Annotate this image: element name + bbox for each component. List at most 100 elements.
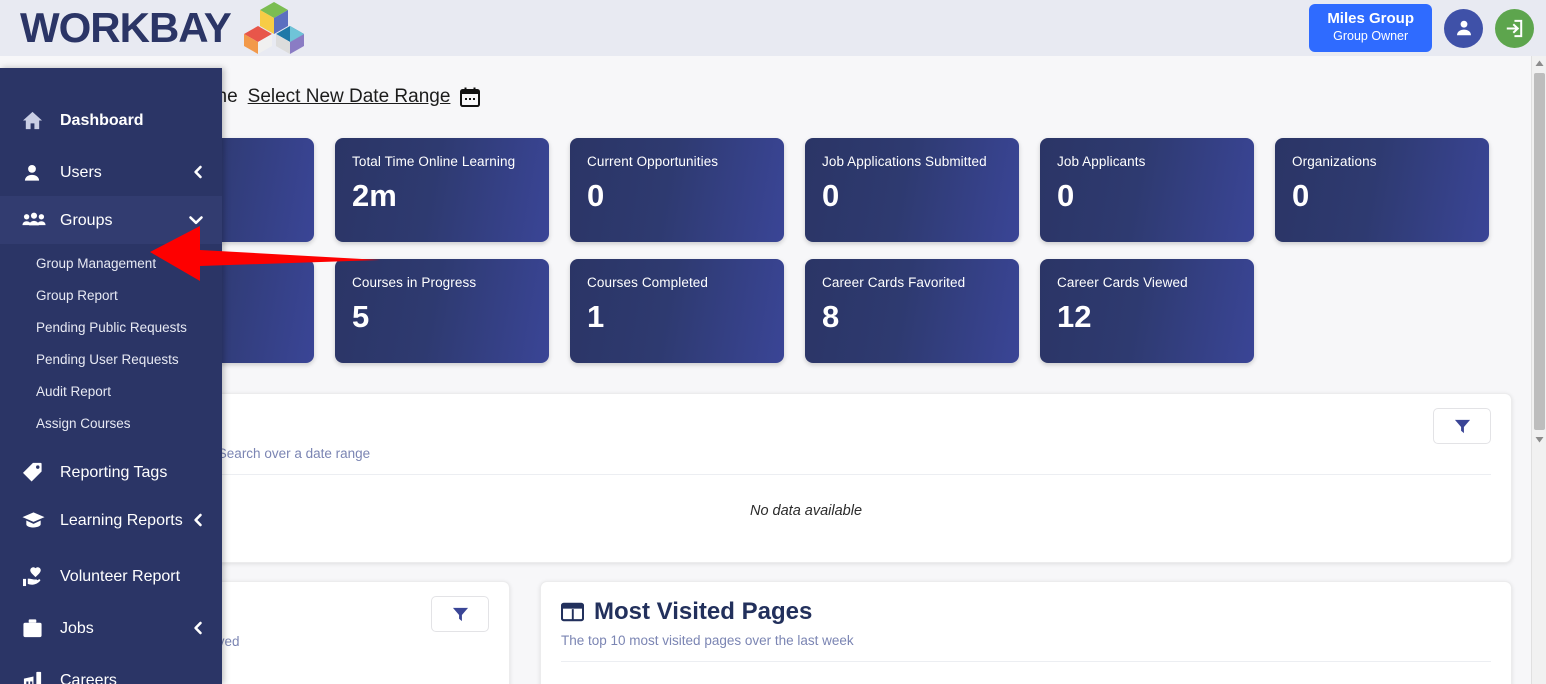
sidebar-subitem-group-management[interactable]: Group Management	[0, 248, 222, 280]
stat-card-label: Courses Completed	[587, 275, 709, 290]
stat-card-row-2: ools Courses in Progress 5 Courses Compl…	[100, 259, 1510, 363]
insights-panel-subtitle: s and Universal Search over a date range	[121, 446, 371, 461]
stat-card-label: Career Cards Viewed	[1057, 275, 1188, 290]
sidebar-item-label: Jobs	[60, 619, 94, 637]
chevron-left-icon[interactable]	[192, 512, 204, 528]
sidebar-item-label: Volunteer Report	[60, 567, 181, 585]
groups-submenu: Group Management Group Report Pending Pu…	[0, 244, 222, 440]
select-new-date-range-link[interactable]: Select New Date Range	[248, 86, 451, 108]
group-selector-button[interactable]: Miles Group Group Owner	[1309, 4, 1432, 52]
sidebar-subitem-audit-report[interactable]: Audit Report	[0, 376, 222, 408]
stat-card[interactable]: Current Opportunities 0	[570, 138, 784, 242]
stat-card-label: Job Applicants	[1057, 154, 1146, 169]
tag-icon	[22, 462, 48, 482]
pages-icon	[561, 602, 584, 622]
sidebar-navigation: Dashboard Users Groups Group Management …	[0, 68, 222, 684]
cubes-logo-icon	[243, 2, 304, 54]
app-header: WORKBAY Miles Group Group Owner	[0, 0, 1546, 56]
calendar-icon[interactable]	[460, 87, 481, 108]
stat-card[interactable]: Courses in Progress 5	[335, 259, 549, 363]
stat-cards-area: Total Time Online Learning 2m Current Op…	[100, 138, 1510, 380]
group-role: Group Owner	[1333, 29, 1409, 43]
logo-wordmark: WORKBAY	[20, 4, 232, 51]
stat-card-label: Total Time Online Learning	[352, 154, 516, 169]
stat-card-label: Career Cards Favorited	[822, 275, 966, 290]
stat-card-row-1: Total Time Online Learning 2m Current Op…	[100, 138, 1510, 242]
stat-card-value: 12	[1057, 299, 1092, 334]
volunteer-hand-icon	[22, 566, 48, 587]
stat-card-value: 5	[352, 299, 370, 334]
stat-card[interactable]: Career Cards Viewed 12	[1040, 259, 1254, 363]
filter-icon	[1454, 419, 1470, 433]
stat-card-value: 0	[1057, 178, 1075, 213]
stat-card-label: Organizations	[1292, 154, 1377, 169]
scrollbar-thumb[interactable]	[1534, 73, 1545, 430]
stat-card-value: 1	[587, 299, 605, 334]
insights-panel-header: Insights s and Universal Search over a d…	[101, 394, 1511, 475]
insights-panel-title: Insights	[121, 410, 1491, 439]
buildings-icon	[22, 670, 48, 684]
sidebar-item-label: Reporting Tags	[60, 463, 168, 481]
most-visited-pages-title-row: Most Visited Pages	[561, 598, 1491, 626]
sidebar-subitem-pending-public-requests[interactable]: Pending Public Requests	[0, 312, 222, 344]
sidebar-item-label: Users	[60, 163, 102, 181]
vertical-scrollbar[interactable]	[1531, 56, 1546, 684]
reports-filter-button[interactable]	[431, 596, 489, 632]
briefcase-icon	[22, 618, 48, 639]
sidebar-item-label: Learning Reports	[60, 511, 183, 529]
stat-card-label: Current Opportunities	[587, 154, 719, 169]
sidebar-item-learning-reports[interactable]: Learning Reports	[0, 496, 222, 544]
sidebar-subitem-group-report[interactable]: Group Report	[0, 280, 222, 312]
sidebar-item-users[interactable]: Users	[0, 148, 222, 196]
main-content: for all time Select New Date Range Total…	[0, 56, 1546, 684]
account-circle-icon[interactable]	[1444, 8, 1483, 48]
sidebar-item-volunteer-report[interactable]: Volunteer Report	[0, 552, 222, 600]
insights-empty-state: No data available	[749, 503, 863, 519]
stat-card-value: 8	[822, 299, 840, 334]
stat-card-label: Courses in Progress	[352, 275, 477, 290]
stat-card[interactable]: Job Applicants 0	[1040, 138, 1254, 242]
sidebar-subitem-pending-user-requests[interactable]: Pending User Requests	[0, 344, 222, 376]
user-icon	[22, 162, 48, 183]
chevron-left-icon[interactable]	[192, 620, 204, 636]
scroll-up-arrow-icon[interactable]	[1532, 56, 1546, 71]
stat-card-value: 0	[1292, 178, 1310, 213]
chevron-down-icon[interactable]	[188, 214, 204, 226]
chevron-left-icon[interactable]	[192, 164, 204, 180]
home-icon	[22, 110, 48, 131]
sidebar-item-label: Careers	[60, 671, 117, 684]
graduation-cap-icon	[22, 510, 48, 530]
app-logo[interactable]: WORKBAY	[0, 0, 307, 56]
stat-card[interactable]: Total Time Online Learning 2m	[335, 138, 549, 242]
sidebar-item-groups[interactable]: Groups	[0, 196, 222, 244]
most-visited-pages-subtitle: The top 10 most visited pages over the l…	[561, 633, 854, 648]
filter-icon	[452, 607, 468, 621]
divider	[121, 474, 1491, 475]
divider	[561, 661, 1491, 662]
group-name: Miles Group	[1327, 10, 1414, 27]
stat-card[interactable]: Courses Completed 1	[570, 259, 784, 363]
stat-card-value: 2m	[352, 178, 397, 213]
most-visited-pages-title: Most Visited Pages	[594, 598, 813, 625]
stat-card-value: 0	[587, 178, 605, 213]
sidebar-item-dashboard[interactable]: Dashboard	[0, 96, 222, 144]
logout-icon[interactable]	[1495, 8, 1534, 48]
groups-icon	[22, 211, 48, 229]
stat-card-value: 0	[822, 178, 840, 213]
most-visited-pages-header: Most Visited Pages The top 10 most visit…	[541, 582, 1511, 662]
sidebar-subitem-assign-courses[interactable]: Assign Courses	[0, 408, 222, 440]
stat-card-label: Job Applications Submitted	[822, 154, 987, 169]
scroll-down-arrow-icon[interactable]	[1532, 432, 1546, 447]
stat-card[interactable]: Career Cards Favorited 8	[805, 259, 1019, 363]
sidebar-item-jobs[interactable]: Jobs	[0, 604, 222, 652]
sidebar-item-label: Groups	[60, 211, 113, 229]
header-actions: Miles Group Group Owner	[1309, 0, 1534, 56]
stat-card[interactable]: Job Applications Submitted 0	[805, 138, 1019, 242]
sidebar-item-careers[interactable]: Careers	[0, 656, 222, 684]
most-visited-pages-panel: Most Visited Pages The top 10 most visit…	[540, 581, 1512, 684]
insights-filter-button[interactable]	[1433, 408, 1491, 444]
sidebar-item-label: Dashboard	[60, 111, 144, 129]
insights-panel: Insights s and Universal Search over a d…	[100, 393, 1512, 563]
stat-card[interactable]: Organizations 0	[1275, 138, 1489, 242]
sidebar-item-reporting-tags[interactable]: Reporting Tags	[0, 448, 222, 496]
